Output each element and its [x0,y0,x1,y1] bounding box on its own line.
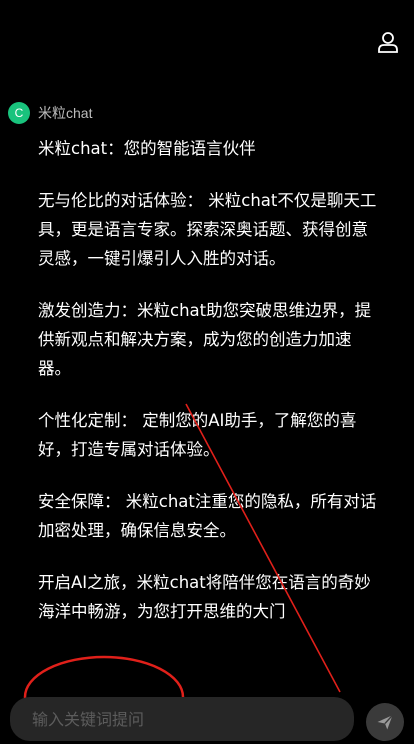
bot-message: 米粒chat：您的智能语言伙伴 无与伦比的对话体验： 米粒chat不仅是聊天工具… [38,134,384,626]
message-paragraph: 米粒chat：您的智能语言伙伴 [38,139,256,158]
bot-header: C 米粒chat [8,102,92,124]
bot-avatar: C [8,102,30,124]
bot-name: 米粒chat [38,105,93,121]
message-paragraph: 激发创造力：米粒chat助您突破思维边界，提供新观点和解决方案，成为您的创造力加… [38,301,372,378]
send-button[interactable] [366,703,404,741]
user-icon [378,32,398,53]
message-paragraph: 开启AI之旅，米粒chat将陪伴您在语言的奇妙海洋中畅游，为您打开思维的大门 [38,573,371,621]
question-input[interactable] [10,697,354,741]
user-profile-button[interactable] [372,26,404,58]
send-icon [377,714,393,730]
message-paragraph: 个性化定制： 定制您的AI助手，了解您的喜好，打造专属对话体验。 [38,411,357,459]
message-paragraph: 无与伦比的对话体验： 米粒chat不仅是聊天工具，更是语言专家。探索深奥话题、获… [38,191,377,268]
top-bar [0,0,414,70]
message-paragraph: 安全保障： 米粒chat注重您的隐私，所有对话加密处理，确保信息安全。 [38,492,377,540]
question-input-container [10,697,354,741]
